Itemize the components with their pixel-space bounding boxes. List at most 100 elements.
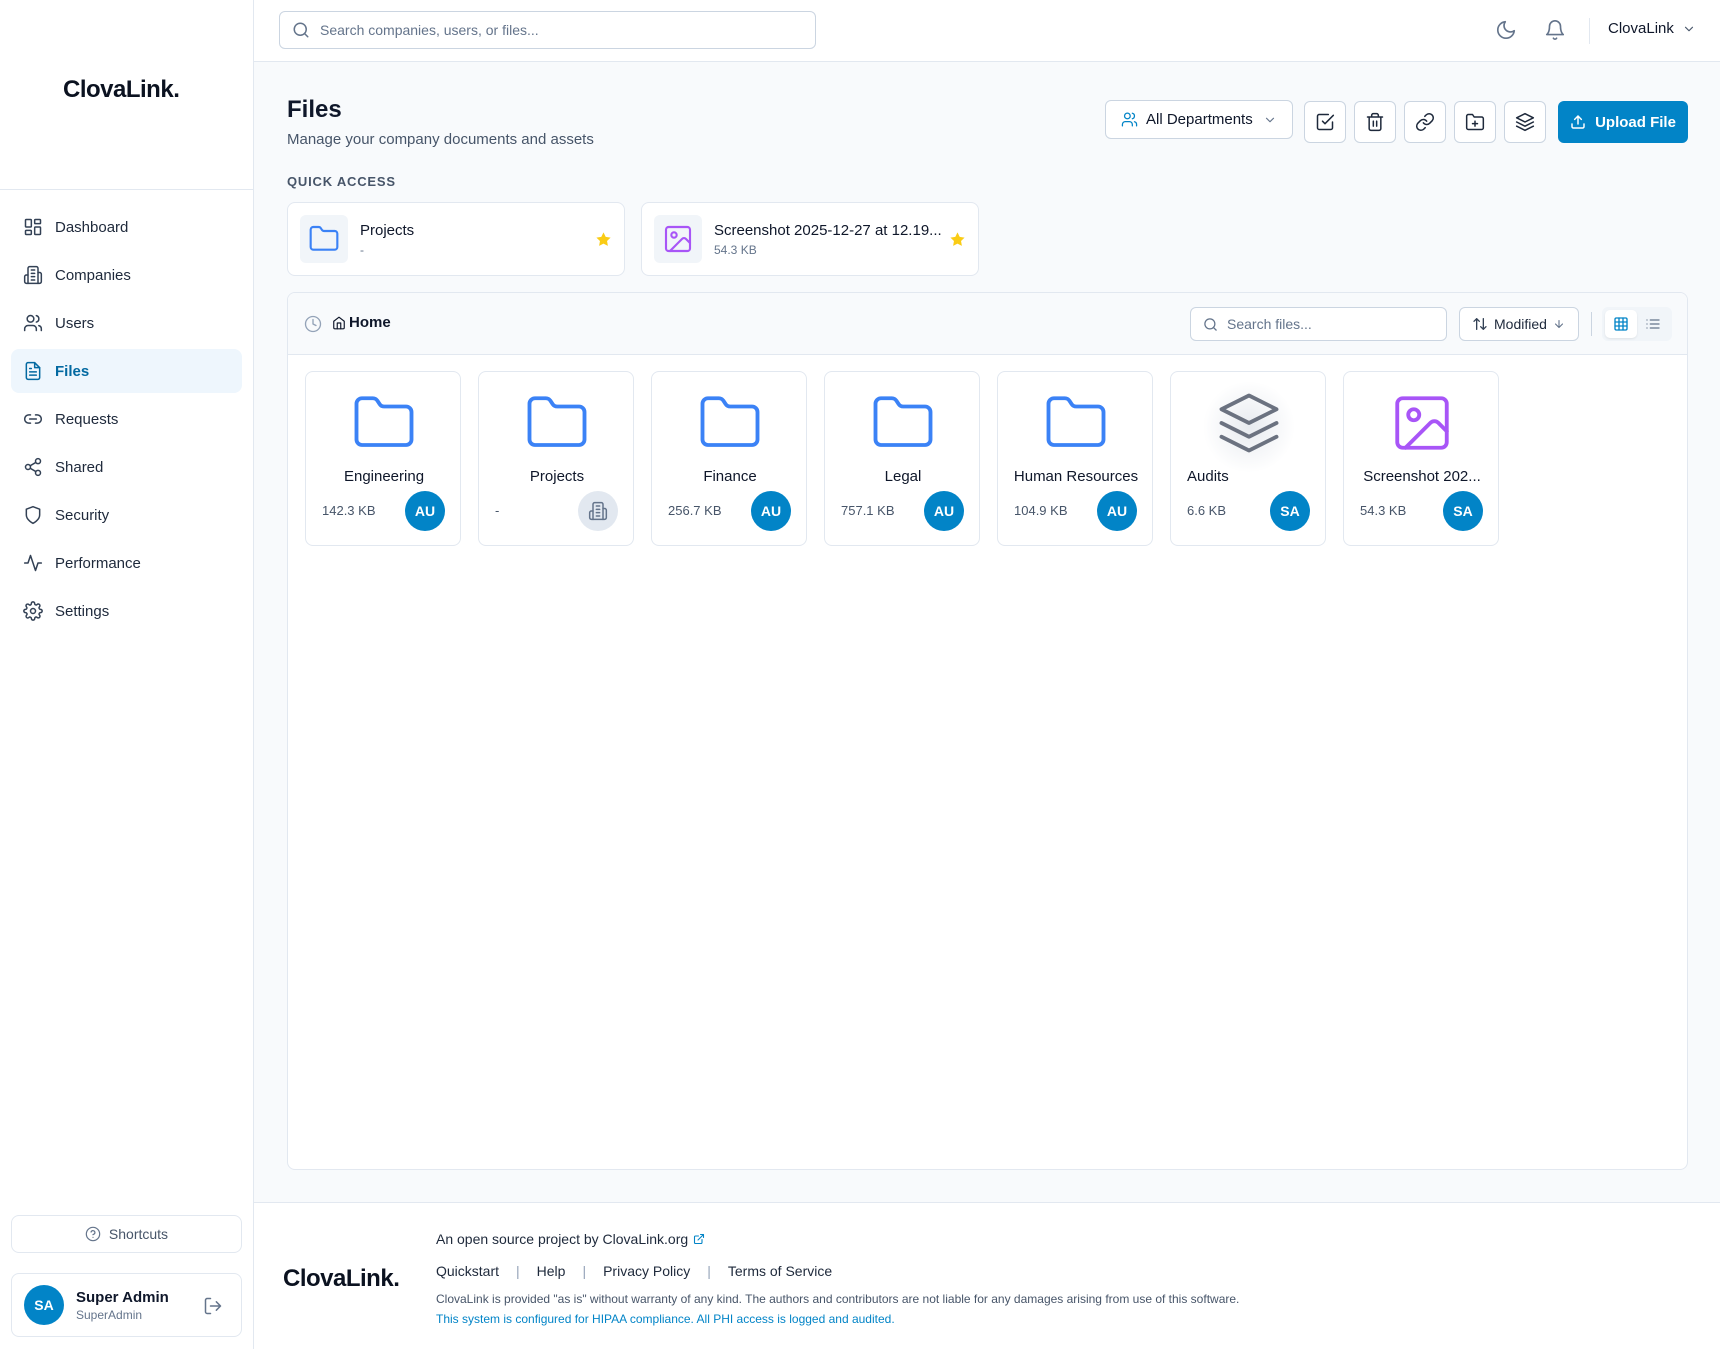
upload-file-label: Upload File [1595,113,1676,131]
department-filter[interactable]: All Departments [1105,100,1293,139]
users-icon [1121,111,1138,128]
quick-access-item[interactable]: Projects - [287,202,625,276]
file-tile[interactable]: Finance 256.7 KB AU [651,371,807,546]
star-icon[interactable] [949,231,966,248]
file-tile[interactable]: Projects - [478,371,634,546]
sort-button[interactable]: Modified [1459,307,1579,341]
footer-link-privacy[interactable]: Privacy Policy [603,1263,690,1279]
grid-view-button[interactable] [1605,310,1637,338]
topbar-divider [1589,18,1590,44]
file-size: 54.3 KB [1360,503,1407,518]
shortcuts-label: Shortcuts [108,1226,169,1242]
sidebar-item-dashboard[interactable]: Dashboard [11,205,242,249]
file-tile[interactable]: Audits 6.6 KB SA [1170,371,1326,546]
file-tile[interactable]: Engineering 142.3 KB AU [305,371,461,546]
chevron-down-icon [1263,113,1277,127]
sidebar-item-label: Dashboard [55,218,129,236]
quick-access-title: QUICK ACCESS [287,174,396,189]
moon-icon[interactable] [1495,19,1517,41]
home-icon [332,316,346,330]
quick-access-item[interactable]: Screenshot 2025-12-27 at 12.19... 54.3 K… [641,202,979,276]
sidebar-nav: Dashboard Companies Users Files Requests… [11,205,242,637]
shortcuts-button[interactable]: Shortcuts [11,1215,242,1253]
file-browser: Home Modified Engineering 142.3 KB AU [287,292,1688,1170]
star-icon[interactable] [595,231,612,248]
file-tile[interactable]: Screenshot 202... 54.3 KB SA [1343,371,1499,546]
file-name: Audits [1187,468,1229,485]
quick-access-name: Projects [360,221,415,239]
sidebar-item-shared[interactable]: Shared [11,445,242,489]
gear-icon [23,601,43,621]
sidebar-item-label: Requests [55,410,119,428]
sidebar-item-security[interactable]: Security [11,493,242,537]
footer-project-link[interactable]: An open source project by ClovaLink.org [436,1231,705,1247]
sidebar-item-label: Users [55,314,95,332]
file-size: 757.1 KB [841,503,895,518]
file-name: Projects [529,468,585,485]
sort-label: Modified [1494,316,1547,332]
footer-link-help[interactable]: Help [537,1263,566,1279]
help-circle-icon [85,1226,101,1242]
sidebar-divider [0,189,254,190]
history-icon[interactable] [304,315,322,333]
user-role: SuperAdmin [76,1307,143,1322]
sidebar-item-files[interactable]: Files [11,349,242,393]
file-size: 6.6 KB [1187,503,1227,518]
user-card[interactable]: SA Super Admin SuperAdmin [11,1273,242,1337]
select-mode-button[interactable] [1304,101,1346,143]
page-title: Files [287,96,342,123]
owner-avatar: SA [1270,491,1310,531]
file-search[interactable] [1190,307,1447,341]
owner-avatar: AU [924,491,964,531]
org-switcher[interactable]: ClovaLink [1608,20,1696,37]
layers-button[interactable] [1504,101,1546,143]
file-tile[interactable]: Human Resources 104.9 KB AU [997,371,1153,546]
sidebar: ClovaLink. Dashboard Companies Users Fil… [0,0,254,1349]
footer-separator: | [516,1263,520,1279]
arrow-down-icon [1553,318,1565,330]
list-view-button[interactable] [1637,310,1669,338]
user-name: Super Admin [76,1288,169,1306]
trash-button[interactable] [1354,101,1396,143]
layers-icon [1515,112,1535,132]
sidebar-item-label: Shared [55,458,104,476]
sidebar-item-settings[interactable]: Settings [11,589,242,633]
global-search[interactable] [279,11,816,49]
new-folder-button[interactable] [1454,101,1496,143]
quick-access-thumb [300,215,348,263]
trash-icon [1365,112,1385,132]
folder-icon [697,390,763,456]
footer-link-quickstart[interactable]: Quickstart [436,1263,499,1279]
sidebar-item-companies[interactable]: Companies [11,253,242,297]
file-search-input[interactable] [1227,316,1427,332]
file-icon [23,361,43,381]
owner-avatar: AU [405,491,445,531]
search-icon [292,21,310,39]
view-toggle [1602,307,1672,341]
folder-icon [351,390,417,456]
quick-access-thumb [654,215,702,263]
file-size: 256.7 KB [668,503,722,518]
check-square-icon [1315,112,1335,132]
file-size: 104.9 KB [1014,503,1068,518]
file-browser-toolbar: Home Modified [288,293,1687,355]
footer-link-terms[interactable]: Terms of Service [728,1263,832,1279]
global-search-input[interactable] [320,22,800,38]
link-icon [1415,112,1435,132]
upload-file-button[interactable]: Upload File [1558,101,1688,143]
department-filter-label: All Departments [1146,111,1253,128]
owner-avatar: AU [1097,491,1137,531]
app-logo[interactable]: ClovaLink. [63,76,180,104]
file-tile[interactable]: Legal 757.1 KB AU [824,371,980,546]
sidebar-item-label: Security [55,506,110,524]
sidebar-item-users[interactable]: Users [11,301,242,345]
logout-icon[interactable] [203,1296,223,1316]
sidebar-item-performance[interactable]: Performance [11,541,242,585]
sidebar-item-requests[interactable]: Requests [11,397,242,441]
file-name: Legal [884,468,922,485]
bell-icon[interactable] [1544,19,1566,41]
file-request-button[interactable] [1404,101,1446,143]
breadcrumb[interactable]: Home [332,314,391,331]
quick-access-size: 54.3 KB [714,242,757,257]
owner-avatar: SA [1443,491,1483,531]
